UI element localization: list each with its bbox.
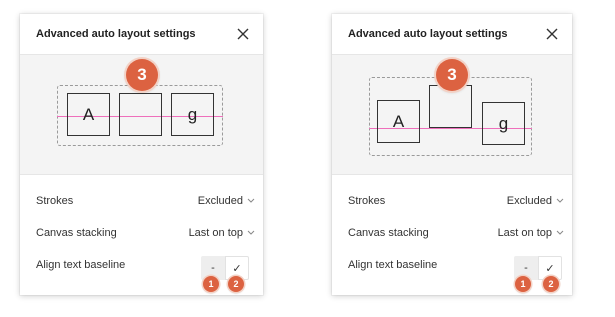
strokes-row: Strokes Excluded bbox=[20, 185, 263, 217]
strokes-dropdown[interactable]: Excluded bbox=[507, 195, 552, 207]
align-text-baseline-row: Align text baseline - ✓ bbox=[20, 249, 263, 281]
align-text-baseline-label: Align text baseline bbox=[36, 259, 126, 271]
step-badge-2: 2 bbox=[543, 276, 559, 292]
step-badge-3: 3 bbox=[436, 59, 468, 91]
canvas-stacking-label: Canvas stacking bbox=[348, 227, 429, 239]
canvas-stacking-dropdown[interactable]: Last on top bbox=[498, 227, 552, 239]
panel-header: Advanced auto layout settings bbox=[20, 14, 263, 54]
close-icon[interactable] bbox=[544, 26, 560, 42]
align-text-baseline-row: Align text baseline - ✓ bbox=[332, 249, 572, 281]
chevron-down-icon bbox=[247, 230, 255, 235]
strokes-row: Strokes Excluded bbox=[332, 185, 572, 217]
preview-box-g: g bbox=[171, 93, 214, 136]
step-badge-2: 2 bbox=[228, 276, 244, 292]
preview-box-a: A bbox=[67, 93, 110, 136]
preview-box-empty bbox=[429, 85, 472, 128]
canvas-stacking-label: Canvas stacking bbox=[36, 227, 117, 239]
preview-box-a: A bbox=[377, 100, 420, 143]
preview-box-empty bbox=[119, 93, 162, 136]
step-badge-3: 3 bbox=[126, 59, 158, 91]
canvas-stacking-row: Canvas stacking Last on top bbox=[332, 217, 572, 249]
baseline-preview: A g 3 bbox=[20, 54, 263, 175]
panel-header: Advanced auto layout settings bbox=[332, 14, 572, 54]
canvas-stacking-dropdown[interactable]: Last on top bbox=[189, 227, 243, 239]
preview-box-g: g bbox=[482, 102, 525, 145]
canvas-stacking-row: Canvas stacking Last on top bbox=[20, 217, 263, 249]
chevron-down-icon bbox=[247, 198, 255, 203]
auto-layout-settings-panel: Advanced auto layout settings A g 3 Stro… bbox=[332, 14, 572, 295]
step-badge-1: 1 bbox=[203, 276, 219, 292]
align-text-baseline-label: Align text baseline bbox=[348, 259, 438, 271]
panel-title: Advanced auto layout settings bbox=[36, 28, 196, 40]
close-icon[interactable] bbox=[235, 26, 251, 42]
strokes-label: Strokes bbox=[36, 195, 74, 207]
baseline-preview: A g 3 bbox=[332, 54, 572, 175]
strokes-dropdown[interactable]: Excluded bbox=[198, 195, 243, 207]
step-badge-1: 1 bbox=[515, 276, 531, 292]
chevron-down-icon bbox=[556, 230, 564, 235]
chevron-down-icon bbox=[556, 198, 564, 203]
strokes-label: Strokes bbox=[348, 195, 386, 207]
auto-layout-settings-panel: Advanced auto layout settings A g 3 Stro… bbox=[20, 14, 263, 295]
panel-title: Advanced auto layout settings bbox=[348, 28, 508, 40]
